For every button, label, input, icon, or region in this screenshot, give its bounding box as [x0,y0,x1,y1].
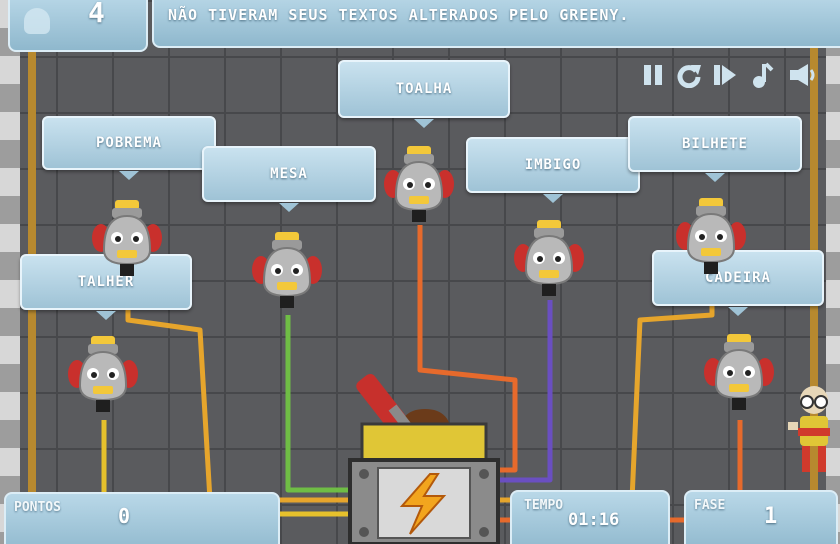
tag-pobrema[interactable]: POBREMA [42,116,216,180]
robot-mesa[interactable] [252,230,322,342]
music-icon[interactable] [748,62,774,88]
restart-icon[interactable] [676,62,702,88]
skip-icon[interactable] [712,62,738,88]
stage-panel: FASE 1 [684,490,838,544]
robot-toalha[interactable] [384,144,454,256]
greeny-character [788,386,830,472]
tag-toalha[interactable]: TOALHA [338,60,510,128]
stage-label: FASE [694,498,726,513]
points-value: 0 [118,504,131,528]
game-stage: 4 NÃO TIVERAM SEUS TEXTOS ALTERADOS PELO… [0,0,840,544]
tag-imbigo[interactable]: IMBIGO [466,137,640,203]
points-panel: PONTOS 0 [4,492,280,544]
power-machine[interactable] [340,364,510,544]
robot-imbigo[interactable] [514,218,584,330]
message-banner: NÃO TIVERAM SEUS TEXTOS ALTERADOS PELO G… [152,0,840,48]
pause-icon[interactable] [640,62,666,88]
shield-icon [24,8,50,34]
stage-value: 1 [764,504,778,529]
time-label: TEMPO [524,498,564,513]
time-panel: TEMPO 01:16 [510,490,670,544]
level-number: 4 [88,0,105,29]
robot-talher[interactable] [68,334,138,446]
points-label: PONTOS [14,500,61,515]
tag-bilhete[interactable]: BILHETE [628,116,802,182]
robot-bilhete[interactable] [676,196,746,308]
level-panel: 4 [8,0,148,52]
time-value: 01:16 [568,510,620,530]
tag-mesa[interactable]: MESA [202,146,376,212]
robot-cadeira[interactable] [704,332,774,444]
sound-icon[interactable] [784,62,820,88]
message-text: NÃO TIVERAM SEUS TEXTOS ALTERADOS PELO G… [168,6,630,24]
robot-pobrema[interactable] [92,198,162,310]
